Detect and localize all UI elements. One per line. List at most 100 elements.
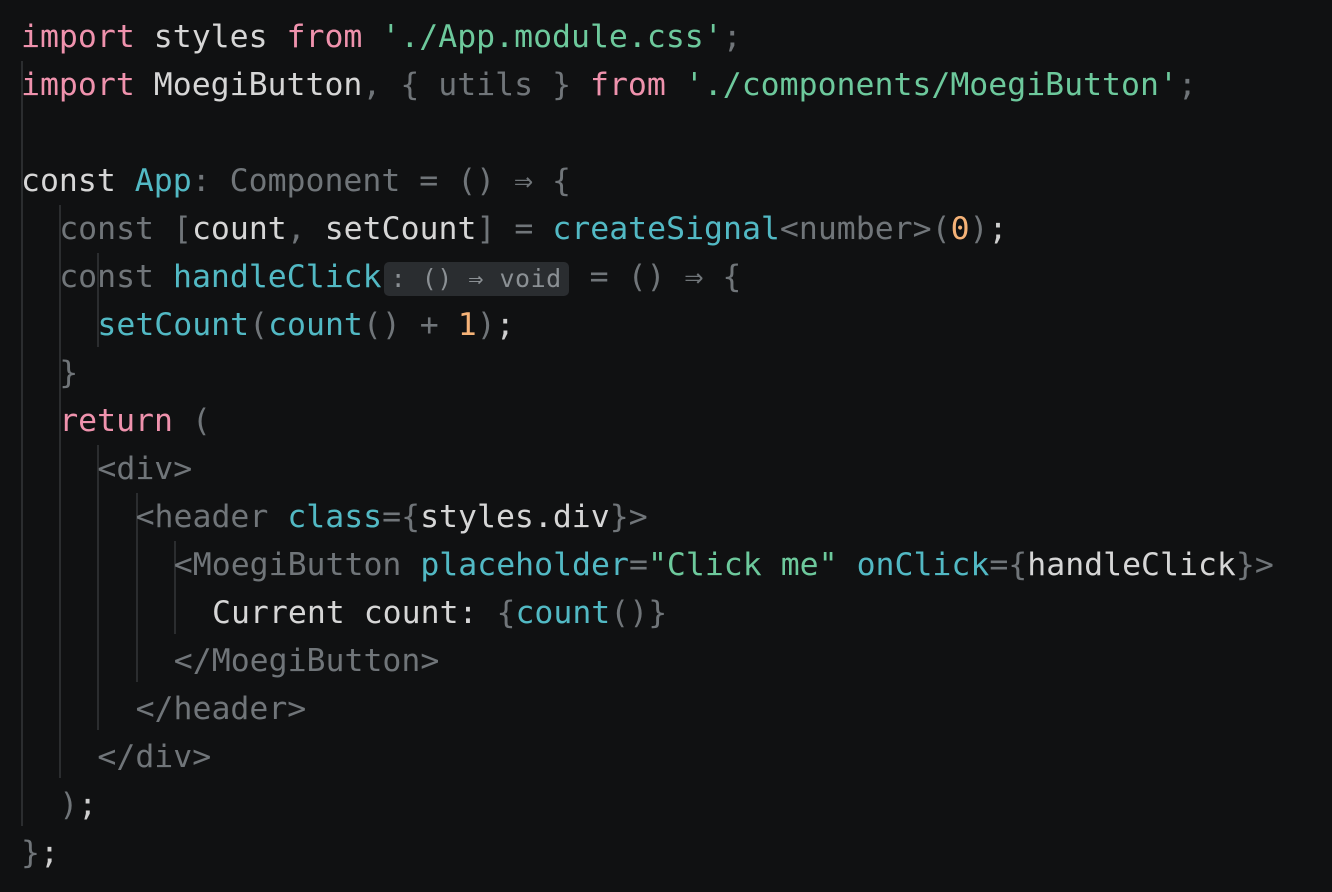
token-punctuation: ] <box>476 211 496 247</box>
token-punctuation: = () <box>570 259 685 295</box>
code-line[interactable]: <div> <box>0 445 1332 493</box>
token-keyword: import <box>21 19 135 55</box>
token-punctuation: () <box>362 307 401 343</box>
token-punctuation: ) <box>969 211 989 247</box>
token-punctuation: } <box>1235 547 1255 583</box>
token-punctuation: { <box>533 163 572 199</box>
token-punctuation: </MoegiButton> <box>173 643 440 679</box>
token-semicolon: ; <box>78 787 98 823</box>
code-line[interactable]: Current count: {count()} <box>0 589 1332 637</box>
code-line[interactable]: return ( <box>0 397 1332 445</box>
token-punctuation: } <box>552 67 572 103</box>
code-content[interactable]: import styles from './App.module.css'; im… <box>0 13 1332 877</box>
token-punctuation: : <box>191 163 230 199</box>
token-number: 1 <box>457 307 477 343</box>
token-punctuation: <number> <box>779 211 932 247</box>
token-plain: const <box>21 163 116 199</box>
token-number: 0 <box>950 211 970 247</box>
token-punctuation: , <box>362 67 382 103</box>
token-punctuation: } <box>609 499 629 535</box>
code-line[interactable]: const handleClick: () ⇒ void = () ⇒ { <box>0 253 1332 301</box>
inlay-type-hint: : () ⇒ void <box>383 262 569 296</box>
token-keyword: import <box>21 67 135 103</box>
token-punctuation: + <box>400 307 458 343</box>
token-function: handleClick <box>172 259 382 295</box>
code-line[interactable] <box>0 109 1332 157</box>
token-plain: count <box>191 211 287 247</box>
token-string: './components/MoegiButton' <box>684 67 1178 103</box>
token-plain: MoegiButton <box>153 67 363 103</box>
token-keyword: from <box>590 67 666 103</box>
token-punctuation: </header> <box>135 691 307 727</box>
token-punctuation: ( <box>191 403 211 439</box>
token-punctuation: ; <box>1177 67 1197 103</box>
code-line[interactable]: ); <box>0 781 1332 829</box>
token-keyword: return <box>59 403 173 439</box>
token-string: './App.module.css' <box>381 19 723 55</box>
token-punctuation: { <box>1008 547 1028 583</box>
token-punctuation: const <box>59 259 155 295</box>
token-punctuation: const <box>59 211 155 247</box>
token-plain: setCount <box>324 211 477 247</box>
token-punctuation: [ <box>172 211 192 247</box>
token-plain: handleClick <box>1027 547 1236 583</box>
code-line[interactable]: import MoegiButton, { utils } from './co… <box>0 61 1332 109</box>
token-function: placeholder <box>420 547 629 583</box>
token-function: class <box>287 499 383 535</box>
code-line[interactable]: }; <box>0 829 1332 877</box>
token-keyword: from <box>286 19 363 55</box>
code-line[interactable]: import styles from './App.module.css'; <box>0 13 1332 61</box>
token-punctuation: ; <box>722 19 742 55</box>
code-line[interactable]: </MoegiButton> <box>0 637 1332 685</box>
token-function: createSignal <box>552 211 780 247</box>
code-line[interactable]: </header> <box>0 685 1332 733</box>
token-punctuation: { <box>401 499 421 535</box>
token-function: count <box>268 307 363 343</box>
code-line[interactable]: setCount(count() + 1); <box>0 301 1332 349</box>
token-punctuation: <div> <box>97 451 193 487</box>
token-punctuation: = <box>382 499 402 535</box>
token-punctuation: utils <box>438 67 534 103</box>
token-punctuation: = <box>495 211 553 247</box>
token-punctuation: = <box>628 547 648 583</box>
token-punctuation: { <box>703 259 742 295</box>
token-plain: styles <box>153 19 268 55</box>
code-line[interactable]: </div> <box>0 733 1332 781</box>
token-punctuation: <header <box>135 499 269 535</box>
token-function: setCount <box>97 307 250 343</box>
token-function: count <box>515 595 611 631</box>
token-semicolon: ; <box>988 211 1008 247</box>
token-punctuation: = <box>989 547 1009 583</box>
token-punctuation: ( <box>249 307 269 343</box>
code-line[interactable]: <header class={styles.div}> <box>0 493 1332 541</box>
code-line[interactable]: const App: Component = () ⇒ { <box>0 157 1332 205</box>
token-punctuation: > <box>1254 547 1274 583</box>
token-plain: styles.div <box>420 499 610 535</box>
code-line[interactable]: <MoegiButton placeholder="Click me" onCl… <box>0 541 1332 589</box>
token-punctuation: , <box>286 211 306 247</box>
token-punctuation: } <box>648 595 668 631</box>
token-punctuation: ⇒ <box>684 259 704 295</box>
code-line[interactable]: const [count, setCount] = createSignal<n… <box>0 205 1332 253</box>
token-punctuation: } <box>21 835 40 871</box>
token-function: App <box>134 163 192 199</box>
code-line[interactable]: } <box>0 349 1332 397</box>
token-punctuation: ) <box>59 787 79 823</box>
token-punctuation: = () <box>400 163 515 199</box>
code-editor[interactable]: import styles from './App.module.css'; im… <box>0 0 1332 892</box>
